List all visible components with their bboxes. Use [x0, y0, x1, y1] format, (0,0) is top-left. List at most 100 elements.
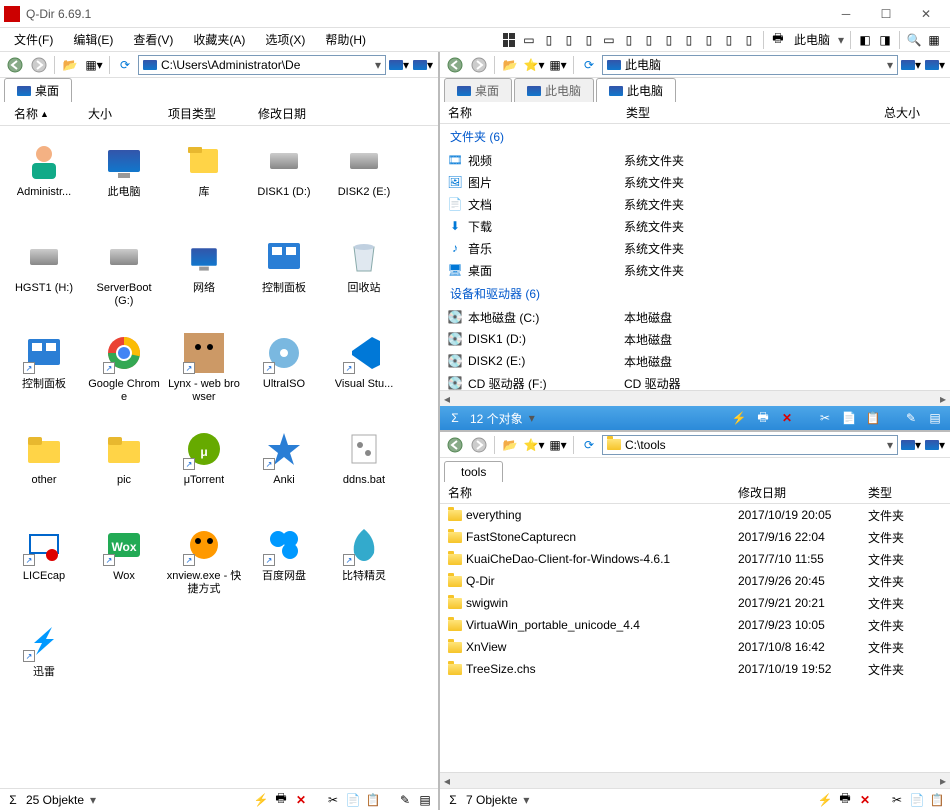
rt-address-input[interactable]: [625, 58, 887, 72]
hdr-date[interactable]: 修改日期: [250, 105, 432, 122]
rt-tab-2[interactable]: 此电脑: [514, 78, 594, 102]
address-dropdown-icon[interactable]: ▾: [375, 58, 381, 72]
mb-sigma-icon[interactable]: Σ: [446, 409, 464, 427]
printer-icon[interactable]: 🖶: [770, 32, 786, 48]
rb-copy-icon[interactable]: 📄: [910, 793, 924, 807]
bolt-icon[interactable]: ⚡: [254, 793, 268, 807]
tool-a-icon[interactable]: ◧: [857, 32, 873, 48]
rb-address-input[interactable]: [625, 438, 887, 452]
list-item[interactable]: 📄文档系统文件夹: [440, 193, 950, 215]
status-dropdown-icon[interactable]: ▾: [90, 793, 96, 807]
hdr-size[interactable]: 大小: [80, 105, 160, 122]
menu-view[interactable]: 查看(V): [123, 29, 183, 50]
rb-cut-icon[interactable]: ✂: [890, 793, 904, 807]
layout-12-icon[interactable]: ▯: [741, 32, 757, 48]
file-item[interactable]: 回收站: [324, 232, 404, 320]
menu-edit[interactable]: 编辑(E): [63, 29, 123, 50]
file-item[interactable]: ↗LICEcap: [4, 520, 84, 608]
list-item[interactable]: FastStoneCapturecn2017/9/16 22:04文件夹: [440, 526, 950, 548]
mb-cut-icon[interactable]: ✂: [816, 409, 834, 427]
rb-hdr-type[interactable]: 类型: [868, 484, 942, 501]
file-item[interactable]: ↗Google Chrome: [84, 328, 164, 416]
mb-view-icon[interactable]: ▤: [926, 409, 944, 427]
edit-icon[interactable]: ✎: [398, 793, 412, 807]
menu-file[interactable]: 文件(F): [4, 29, 63, 50]
rt-tab-3[interactable]: 此电脑: [596, 78, 676, 102]
left-icon-grid[interactable]: Administr...此电脑库DISK1 (D:)DISK2 (E:)HGST…: [0, 126, 438, 788]
copy-icon[interactable]: 📄: [346, 793, 360, 807]
file-item[interactable]: ↗迅雷: [4, 616, 84, 704]
maximize-button[interactable]: ☐: [866, 0, 906, 27]
fav-icon[interactable]: 📂: [59, 54, 81, 76]
file-item[interactable]: Wox↗Wox: [84, 520, 164, 608]
list-item[interactable]: 💽DISK1 (D:)本地磁盘: [440, 328, 950, 350]
list-item[interactable]: 🖼图片系统文件夹: [440, 171, 950, 193]
layout-2-icon[interactable]: ▯: [541, 32, 557, 48]
file-item[interactable]: 控制面板: [244, 232, 324, 320]
file-item[interactable]: 此电脑: [84, 136, 164, 224]
file-item[interactable]: 网络: [164, 232, 244, 320]
mb-dropdown-icon[interactable]: ▾: [529, 411, 535, 425]
rt-address-dropdown-icon[interactable]: ▾: [887, 58, 893, 72]
view-icon[interactable]: ▤: [418, 793, 432, 807]
file-item[interactable]: DISK1 (D:): [244, 136, 324, 224]
rt-group-folders[interactable]: 文件夹 (6): [440, 124, 950, 149]
left-tab-desktop[interactable]: 桌面: [4, 78, 72, 102]
file-item[interactable]: 库: [164, 136, 244, 224]
monitor-icon-2[interactable]: ▾: [412, 54, 434, 76]
rt-hscrollbar[interactable]: ◂▸: [440, 390, 950, 406]
rt-star-icon[interactable]: ⭐▾: [523, 54, 545, 76]
cut-icon[interactable]: ✂: [326, 793, 340, 807]
rb-forward-button[interactable]: [468, 434, 490, 456]
top-right-label[interactable]: 此电脑: [790, 31, 834, 48]
rb-delete-icon[interactable]: ✕: [858, 793, 872, 807]
list-item[interactable]: everything2017/10/19 20:05文件夹: [440, 504, 950, 526]
list-item[interactable]: swigwin2017/9/21 20:21文件夹: [440, 592, 950, 614]
file-item[interactable]: DISK2 (E:): [324, 136, 404, 224]
rt-hdr-name[interactable]: 名称: [440, 104, 618, 121]
file-item[interactable]: ↗UltraISO: [244, 328, 324, 416]
layout-9-icon[interactable]: ▯: [681, 32, 697, 48]
layout-1-icon[interactable]: ▭: [521, 32, 537, 48]
rb-sigma-icon[interactable]: Σ: [446, 793, 460, 807]
list-item[interactable]: ♪音乐系统文件夹: [440, 237, 950, 259]
forward-button[interactable]: [28, 54, 50, 76]
rb-hscrollbar[interactable]: ◂▸: [440, 772, 950, 788]
minimize-button[interactable]: ─: [826, 0, 866, 27]
menu-help[interactable]: 帮助(H): [315, 29, 376, 50]
list-item[interactable]: VirtuaWin_portable_unicode_4.42017/9/23 …: [440, 614, 950, 636]
list-item[interactable]: 🖥桌面系统文件夹: [440, 259, 950, 281]
mb-edit-icon[interactable]: ✎: [902, 409, 920, 427]
file-item[interactable]: ↗Visual Stu...: [324, 328, 404, 416]
file-item[interactable]: ↗Lynx - web browser: [164, 328, 244, 416]
rb-file-list[interactable]: everything2017/10/19 20:05文件夹FastStoneCa…: [440, 504, 950, 772]
rb-status-dropdown-icon[interactable]: ▾: [523, 793, 529, 807]
list-item[interactable]: 💽本地磁盘 (C:)本地磁盘: [440, 306, 950, 328]
rt-refresh-icon[interactable]: ⟳: [578, 54, 600, 76]
close-button[interactable]: ✕: [906, 0, 946, 27]
monitor-icon-1[interactable]: ▾: [388, 54, 410, 76]
rb-monitor-1[interactable]: ▾: [900, 434, 922, 456]
list-item[interactable]: Q-Dir2017/9/26 20:45文件夹: [440, 570, 950, 592]
rb-print-icon[interactable]: 🖶: [838, 793, 852, 807]
rt-hdr-size[interactable]: 总大小: [738, 104, 950, 121]
list-item[interactable]: 🎞视频系统文件夹: [440, 149, 950, 171]
rt-group-drives[interactable]: 设备和驱动器 (6): [440, 281, 950, 306]
file-item[interactable]: ↗控制面板: [4, 328, 84, 416]
file-item[interactable]: Administr...: [4, 136, 84, 224]
rt-address-bar[interactable]: ▾: [602, 55, 898, 75]
back-button[interactable]: [4, 54, 26, 76]
print-icon[interactable]: 🖶: [274, 793, 288, 807]
rt-fav-icon[interactable]: 📂: [499, 54, 521, 76]
layout-4-icon[interactable]: ▯: [581, 32, 597, 48]
rt-forward-button[interactable]: [468, 54, 490, 76]
list-item[interactable]: 💽DISK2 (E:)本地磁盘: [440, 350, 950, 372]
layout-3-icon[interactable]: ▯: [561, 32, 577, 48]
rb-tab-tools[interactable]: tools: [444, 461, 503, 482]
view-mode-icon[interactable]: ▦▾: [83, 54, 105, 76]
list-item[interactable]: KuaiCheDao-Client-for-Windows-4.6.12017/…: [440, 548, 950, 570]
layout-6-icon[interactable]: ▯: [621, 32, 637, 48]
file-item[interactable]: μ↗μTorrent: [164, 424, 244, 512]
list-item[interactable]: XnView2017/10/8 16:42文件夹: [440, 636, 950, 658]
file-item[interactable]: other: [4, 424, 84, 512]
